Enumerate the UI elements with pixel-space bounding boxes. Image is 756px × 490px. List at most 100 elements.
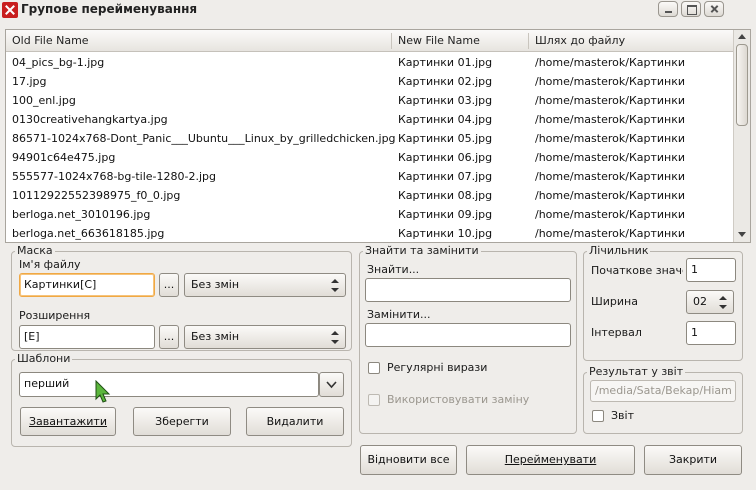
table-row[interactable]: 100_enl.jpg Картинки 03.jpg/home/masterok…	[6, 91, 733, 110]
path-cell: /home/masterok/Картинки	[535, 56, 686, 69]
close-window-button[interactable]	[704, 1, 724, 17]
interval-input[interactable]: 1	[686, 321, 736, 345]
old-name-cell: 0130creativehangkartya.jpg	[12, 113, 168, 126]
new-name-cell: Картинки 08.jpg	[398, 189, 493, 202]
path-cell: /home/masterok/Картинки	[535, 227, 686, 240]
template-select-input[interactable]: перший	[19, 372, 319, 397]
width-label: Ширина	[591, 295, 638, 308]
path-cell: /home/masterok/Картинки	[535, 94, 686, 107]
extension-case-value: Без змін	[191, 330, 240, 343]
mask-group-label: Маска	[15, 244, 55, 257]
old-name-cell: 86571-1024x768-Dont_Panic___Ubuntu___Lin…	[12, 132, 396, 145]
find-label: Знайти...	[367, 263, 420, 276]
table-row[interactable]: berloga.net_663618185.jpg Картинки 10.jpg…	[6, 224, 733, 242]
vertical-scrollbar[interactable]	[733, 30, 750, 242]
chevron-down-icon	[326, 381, 337, 389]
find-replace-group-label: Знайти та замінити	[363, 244, 481, 257]
width-value: 02	[693, 295, 707, 308]
title-bar: Групове перейменування	[0, 0, 756, 20]
path-cell: /home/masterok/Картинки	[535, 151, 686, 164]
use-replace-label: Використовувати заміну	[387, 393, 530, 406]
table-row[interactable]: berloga.net_3010196.jpg Картинки 09.jpg/h…	[6, 205, 733, 224]
new-name-cell: Картинки 03.jpg	[398, 94, 493, 107]
table-row[interactable]: 10112922552398975_f0_0.jpg Картинки 08.jp…	[6, 186, 733, 205]
scroll-down-arrow-icon[interactable]	[734, 228, 750, 242]
path-cell: /home/masterok/Картинки	[535, 170, 686, 183]
old-name-cell: berloga.net_3010196.jpg	[12, 208, 151, 221]
new-name-cell: Картинки 07.jpg	[398, 170, 493, 183]
old-name-cell: 100_enl.jpg	[12, 94, 76, 107]
path-cell: /home/masterok/Картинки	[535, 113, 686, 126]
new-name-cell: Картинки 01.jpg	[398, 56, 493, 69]
filename-case-value: Без змін	[191, 278, 240, 291]
column-header-new-name[interactable]: New File Name	[392, 30, 528, 52]
table-row[interactable]: 94901c64e475.jpg Картинки 06.jpg/home/mas…	[6, 148, 733, 167]
path-cell: /home/masterok/Картинки	[535, 75, 686, 88]
column-header-old-name[interactable]: Old File Name	[6, 30, 390, 52]
old-name-cell: 04_pics_bg-1.jpg	[12, 56, 105, 69]
table-body: 04_pics_bg-1.jpg Картинки 01.jpg/home/mas…	[6, 53, 733, 242]
filename-insert-button[interactable]: ...	[159, 273, 179, 297]
scrollbar-thumb[interactable]	[736, 44, 748, 126]
save-template-button[interactable]: Зберегти	[133, 407, 231, 436]
scroll-up-arrow-icon[interactable]	[734, 30, 750, 44]
find-input[interactable]	[365, 278, 571, 302]
extension-case-select[interactable]: Без змін	[184, 325, 346, 349]
extension-insert-button[interactable]: ...	[159, 325, 179, 349]
app-icon	[2, 2, 18, 18]
report-path-input[interactable]: /media/Sata/Bekap/Hiam	[590, 380, 736, 402]
mouse-pointer-icon	[95, 380, 111, 403]
files-table[interactable]: Old File Name New File Name Шлях до файл…	[5, 29, 751, 243]
filename-label: Ім'я файлу	[19, 258, 81, 271]
column-header-path[interactable]: Шлях до файлу	[529, 30, 733, 52]
report-checkbox[interactable]	[592, 410, 604, 422]
filename-case-select[interactable]: Без змін	[184, 273, 346, 297]
spin-arrows-icon	[330, 279, 340, 293]
path-cell: /home/masterok/Картинки	[535, 189, 686, 202]
new-name-cell: Картинки 04.jpg	[398, 113, 493, 126]
new-name-cell: Картинки 06.jpg	[398, 151, 493, 164]
spin-arrows-icon	[718, 296, 728, 310]
use-replace-checkbox[interactable]	[368, 394, 380, 406]
minimize-button[interactable]	[658, 1, 678, 17]
close-button[interactable]: Закрити	[644, 445, 742, 475]
old-name-cell: 555577-1024x768-bg-tile-1280-2.jpg	[12, 170, 217, 183]
new-name-cell: Картинки 09.jpg	[398, 208, 493, 221]
load-template-button[interactable]: Завантажити	[20, 407, 116, 436]
report-label: Звіт	[611, 409, 634, 422]
rename-button-label: Перейменувати	[504, 453, 597, 466]
extension-mask-input[interactable]: [E]	[19, 325, 155, 349]
regex-checkbox[interactable]	[368, 362, 380, 374]
old-name-cell: 10112922552398975_f0_0.jpg	[12, 189, 181, 202]
extension-label: Розширення	[19, 309, 91, 322]
table-row[interactable]: 555577-1024x768-bg-tile-1280-2.jpg Картин…	[6, 167, 733, 186]
regex-label: Регулярні вирази	[387, 361, 488, 374]
templates-group-label: Шаблони	[15, 352, 73, 365]
path-cell: /home/masterok/Картинки	[535, 208, 686, 221]
rename-button[interactable]: Перейменувати	[466, 445, 635, 475]
old-name-cell: berloga.net_663618185.jpg	[12, 227, 165, 240]
maximize-button[interactable]	[681, 1, 701, 17]
report-group-label: Результат у звіт	[587, 365, 686, 378]
table-row[interactable]: 04_pics_bg-1.jpg Картинки 01.jpg/home/mas…	[6, 53, 733, 72]
width-select[interactable]: 02	[686, 290, 734, 314]
delete-template-button[interactable]: Видалити	[246, 407, 344, 436]
spin-arrows-icon	[330, 331, 340, 345]
filename-mask-input[interactable]: Картинки[C]	[19, 273, 155, 297]
restore-all-button[interactable]: Відновити все	[360, 445, 457, 475]
new-name-cell: Картинки 02.jpg	[398, 75, 493, 88]
load-template-label: Завантажити	[29, 415, 107, 428]
start-value-input[interactable]: 1	[686, 258, 736, 282]
table-header: Old File Name New File Name Шлях до файл…	[6, 30, 733, 52]
window-title: Групове перейменування	[21, 2, 198, 16]
old-name-cell: 94901c64e475.jpg	[12, 151, 116, 164]
table-row[interactable]: 86571-1024x768-Dont_Panic___Ubuntu___Lin…	[6, 129, 733, 148]
table-row[interactable]: 17.jpg Картинки 02.jpg/home/masterok/Карт…	[6, 72, 733, 91]
path-cell: /home/masterok/Картинки	[535, 132, 686, 145]
start-value-label: Початкове значе	[591, 264, 683, 277]
table-row[interactable]: 0130creativehangkartya.jpg Картинки 04.jp…	[6, 110, 733, 129]
template-dropdown-button[interactable]	[319, 372, 344, 397]
old-name-cell: 17.jpg	[12, 75, 47, 88]
replace-input[interactable]	[365, 323, 571, 347]
replace-label: Замінити...	[367, 308, 431, 321]
